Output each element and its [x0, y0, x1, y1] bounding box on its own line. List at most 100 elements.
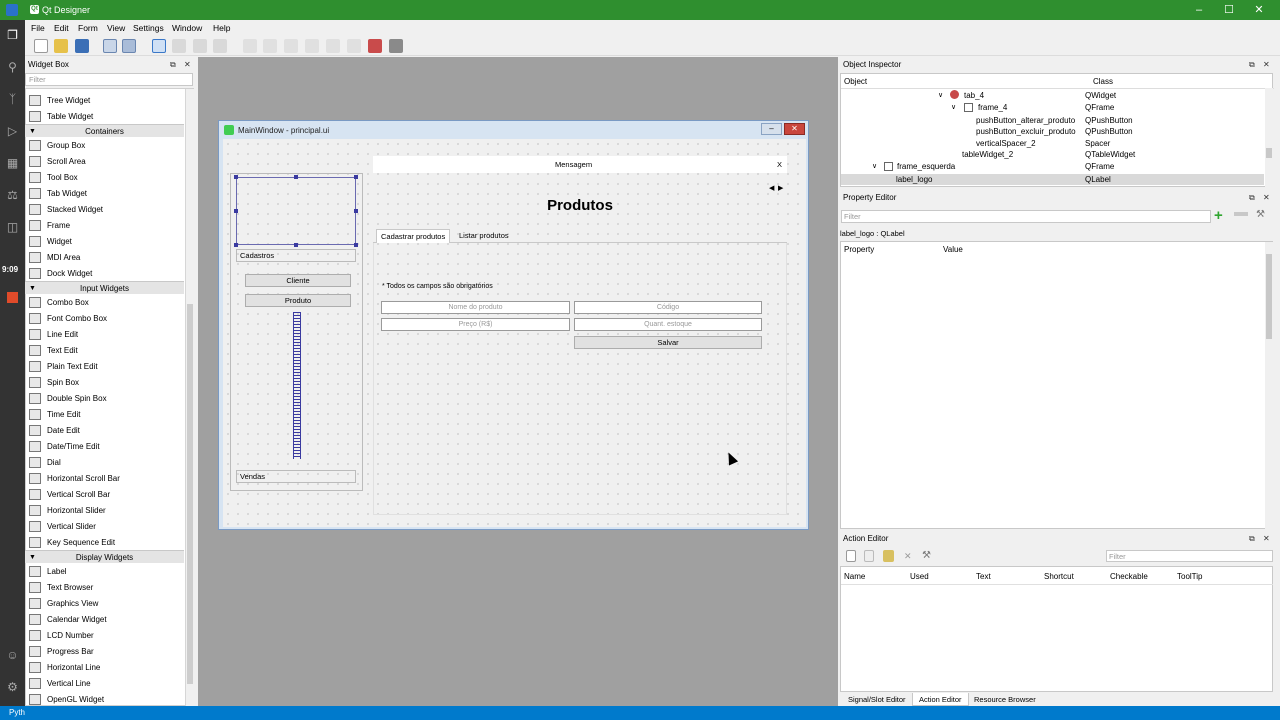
widget-category-header[interactable]: ▼ Input Widgets: [25, 281, 184, 294]
menu-edit[interactable]: Edit: [54, 23, 69, 33]
break-layout-icon[interactable]: [368, 39, 382, 53]
edit-tab-order-icon[interactable]: [213, 39, 227, 53]
explorer-icon[interactable]: ❐: [5, 28, 20, 43]
widget-item[interactable]: Dock Widget: [29, 266, 92, 282]
widget-item[interactable]: Vertical Scroll Bar: [29, 487, 110, 503]
widget-item[interactable]: Vertical Line: [29, 676, 91, 692]
layout-h-splitter-icon[interactable]: [284, 39, 298, 53]
close-icon[interactable]: ✕: [1263, 58, 1270, 72]
tree-item[interactable]: frame_esquerda: [897, 161, 955, 172]
tree-item[interactable]: tableWidget_2: [962, 149, 1013, 160]
widget-item[interactable]: Line Edit: [29, 327, 78, 343]
tree-item[interactable]: frame_4: [978, 102, 1007, 113]
delete-action-icon[interactable]: ✕: [904, 551, 912, 562]
paste-action-icon[interactable]: [883, 550, 894, 562]
adjust-size-icon[interactable]: [389, 39, 403, 53]
expand-chevron-icon[interactable]: ∨: [872, 161, 877, 172]
message-close-button[interactable]: X: [777, 160, 782, 169]
form-minimize-button[interactable]: –: [761, 123, 782, 135]
widget-item[interactable]: Text Browser: [29, 580, 93, 596]
object-inspector-scrollbar[interactable]: [1265, 88, 1273, 187]
bring-front-icon[interactable]: [103, 39, 117, 53]
tree-item[interactable]: pushButton_alterar_produto: [976, 115, 1075, 126]
widget-item[interactable]: Double Spin Box: [29, 391, 107, 407]
add-property-icon[interactable]: +: [1214, 207, 1223, 224]
expand-chevron-icon[interactable]: ∨: [938, 90, 943, 101]
float-icon[interactable]: ⧉: [1249, 58, 1255, 72]
property-scrollbar[interactable]: [1265, 242, 1273, 529]
widget-item[interactable]: Stacked Widget: [29, 202, 103, 218]
edit-buddies-icon[interactable]: [193, 39, 207, 53]
close-icon[interactable]: ✕: [1263, 532, 1270, 546]
widget-item[interactable]: Progress Bar: [29, 644, 94, 660]
configure-action-icon[interactable]: ⚒: [922, 550, 931, 561]
widget-item[interactable]: Time Edit: [29, 407, 81, 423]
widget-item[interactable]: Vertical Slider: [29, 519, 96, 535]
tab-scroll-left-icon[interactable]: ◀: [769, 184, 774, 192]
tab-cadastrar-produtos[interactable]: Cadastrar produtos: [376, 229, 451, 243]
widget-item[interactable]: Group Box: [29, 138, 85, 154]
close-icon[interactable]: ✕: [184, 58, 191, 72]
close-icon[interactable]: ✕: [1263, 191, 1270, 205]
float-icon[interactable]: ⧉: [1249, 191, 1255, 205]
tab-listar-produtos[interactable]: Listar produtos: [455, 230, 513, 243]
widget-item[interactable]: Spin Box: [29, 375, 79, 391]
save-icon[interactable]: [75, 39, 89, 53]
widget-item[interactable]: MDI Area: [29, 250, 80, 266]
quant-estoque-input[interactable]: Quant. estoque: [574, 318, 762, 331]
run-debug-icon[interactable]: ▷: [5, 124, 20, 139]
tree-item[interactable]: verticalSpacer_2: [976, 138, 1036, 149]
widget-item[interactable]: LCD Number: [29, 628, 94, 644]
layout-horizontal-icon[interactable]: [243, 39, 257, 53]
tree-item[interactable]: tab_4: [964, 90, 984, 101]
widget-item[interactable]: Horizontal Slider: [29, 503, 106, 519]
widget-item[interactable]: Graphics View: [29, 596, 98, 612]
layout-v-splitter-icon[interactable]: [305, 39, 319, 53]
widget-item[interactable]: Date Edit: [29, 423, 80, 439]
widget-item[interactable]: Calendar Widget: [29, 612, 107, 628]
remove-property-icon[interactable]: [1234, 212, 1248, 216]
testing-icon[interactable]: ⚖: [5, 188, 20, 203]
widget-item[interactable]: Widget: [29, 234, 72, 250]
menu-window[interactable]: Window: [172, 23, 202, 33]
float-icon[interactable]: ⧉: [170, 58, 176, 72]
widget-box-filter[interactable]: Filter: [25, 73, 193, 86]
widget-item[interactable]: Label: [29, 564, 67, 580]
widget-item[interactable]: Tree Widget: [29, 93, 90, 109]
expand-chevron-icon[interactable]: ∨: [951, 102, 956, 113]
send-back-icon[interactable]: [122, 39, 136, 53]
menu-help[interactable]: Help: [213, 23, 230, 33]
tree-item[interactable]: pushButton_excluir_produto: [976, 126, 1076, 137]
widget-item[interactable]: Font Combo Box: [29, 311, 107, 327]
widget-item[interactable]: Table Widget: [29, 109, 93, 125]
label-logo[interactable]: [236, 177, 356, 245]
produto-button[interactable]: Produto: [245, 294, 351, 307]
widget-item[interactable]: Date/Time Edit: [29, 439, 100, 455]
widget-item[interactable]: Horizontal Line: [29, 660, 100, 676]
widget-item[interactable]: Tab Widget: [29, 186, 87, 202]
widget-item[interactable]: Tool Box: [29, 170, 78, 186]
widget-item[interactable]: Dial: [29, 455, 61, 471]
menu-settings[interactable]: Settings: [133, 23, 164, 33]
nome-produto-input[interactable]: Nome do produto: [381, 301, 570, 314]
account-icon[interactable]: ☺: [5, 648, 20, 663]
menu-view[interactable]: View: [107, 23, 125, 33]
widget-item[interactable]: OpenGL Widget: [29, 692, 104, 708]
codigo-input[interactable]: Código: [574, 301, 762, 314]
configure-wrench-icon[interactable]: ⚒: [1256, 209, 1265, 220]
menu-file[interactable]: File: [31, 23, 45, 33]
widget-item[interactable]: Horizontal Scroll Bar: [29, 471, 120, 487]
property-filter-input[interactable]: Filter: [841, 210, 1211, 223]
salvar-button[interactable]: Salvar: [574, 336, 762, 349]
cliente-button[interactable]: Cliente: [245, 274, 351, 287]
edit-signals-icon[interactable]: [172, 39, 186, 53]
widget-item[interactable]: Plain Text Edit: [29, 359, 98, 375]
remote-explorer-icon[interactable]: ◫: [5, 220, 20, 235]
copy-action-icon[interactable]: [864, 550, 874, 562]
widget-item[interactable]: Key Sequence Edit: [29, 535, 115, 551]
tab-action-editor[interactable]: Action Editor: [912, 693, 969, 706]
tab-signal-slot-editor[interactable]: Signal/Slot Editor: [842, 693, 912, 706]
menu-form[interactable]: Form: [78, 23, 98, 33]
layout-grid-icon[interactable]: [347, 39, 361, 53]
float-icon[interactable]: ⧉: [1249, 532, 1255, 546]
